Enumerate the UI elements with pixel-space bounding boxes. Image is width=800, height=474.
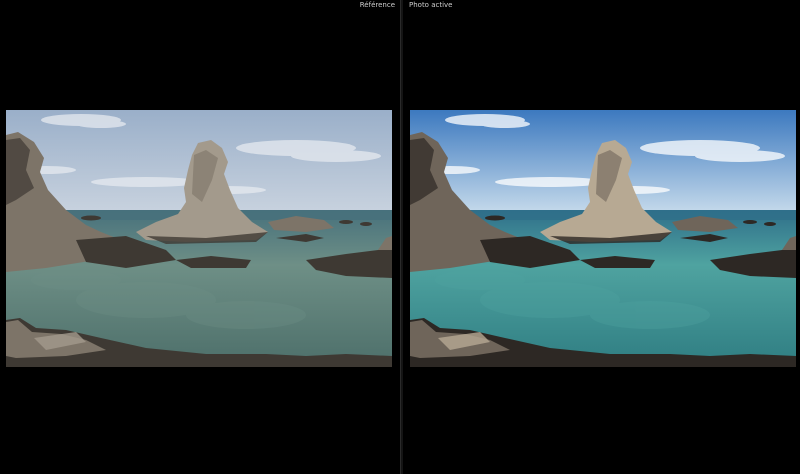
- active-photo-image: [410, 110, 796, 367]
- active-photo-label: Photo active: [409, 1, 453, 9]
- active-photo[interactable]: [410, 110, 796, 367]
- reference-label: Référence: [359, 1, 395, 9]
- reference-photo-image: [6, 110, 392, 367]
- compare-view: Référence Photo active: [0, 0, 800, 474]
- active-photo-pane[interactable]: Photo active: [403, 0, 800, 474]
- reference-photo[interactable]: [6, 110, 392, 367]
- reference-pane[interactable]: Référence: [0, 0, 400, 474]
